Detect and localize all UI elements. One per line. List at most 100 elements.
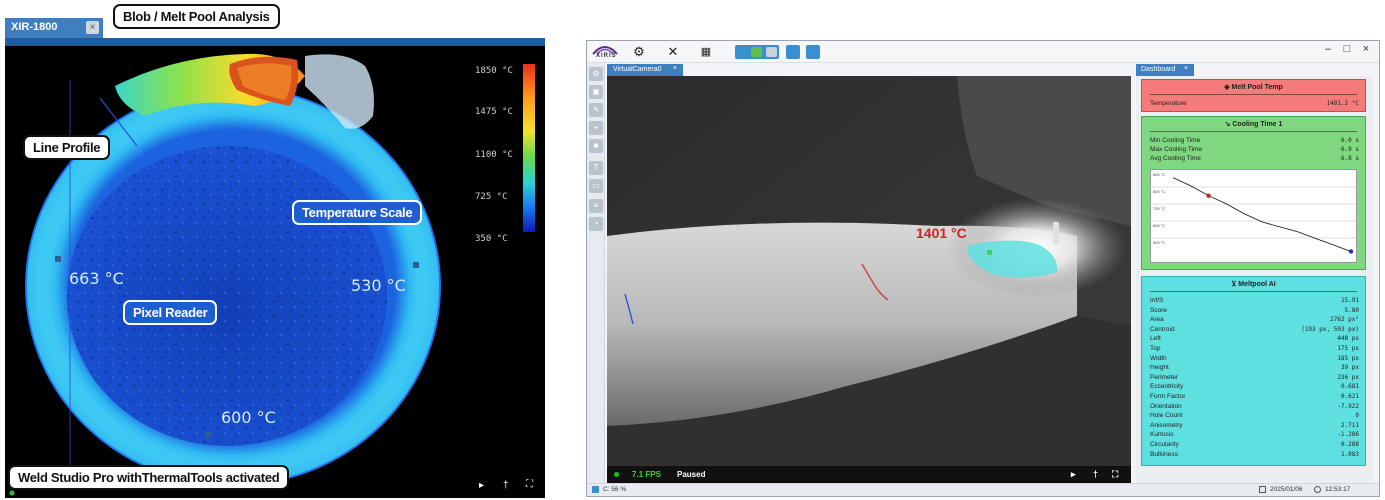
status-bar: C: 56 % 2025/01/06 12:53:17 bbox=[587, 483, 1379, 496]
pixel-reading-left: 663 °C bbox=[69, 269, 124, 288]
cooling-ytick-1: 600 °C bbox=[1153, 189, 1166, 194]
meltpool-ai-row: Orientation -7.922 bbox=[1150, 402, 1359, 410]
cooling-time-title: ↘ Cooling Time 1 bbox=[1142, 120, 1365, 132]
meltpool-ai-row: Width 185 px bbox=[1150, 354, 1359, 362]
dashboard-tab-close-icon[interactable]: × bbox=[1184, 65, 1188, 72]
scale-tick-725: 725 °C bbox=[475, 192, 508, 202]
rail-tag-icon[interactable]: ◔ bbox=[589, 217, 603, 231]
melt-pool-icon: ◈ bbox=[1224, 84, 1232, 91]
cam-fullscreen-icon[interactable]: ⛶ bbox=[1112, 469, 1118, 480]
close-icon[interactable]: × bbox=[86, 21, 99, 34]
zoom-icon bbox=[592, 486, 599, 493]
rail-settings-icon[interactable]: ⚙ bbox=[589, 67, 603, 81]
rail-text-icon[interactable]: T bbox=[589, 161, 603, 175]
camera-view[interactable]: 1401 °C 7.1 FPS Paused ▸ † ⛶ bbox=[607, 76, 1131, 484]
pixel-reader-callout: Pixel Reader bbox=[123, 300, 218, 325]
camera-snapshot-icon[interactable] bbox=[786, 45, 800, 59]
mode-toggle-off-icon bbox=[766, 47, 777, 57]
blob-analysis-callout: Blob / Melt Pool Analysis bbox=[113, 4, 280, 29]
temperature-scale-callout: Temperature Scale bbox=[292, 200, 423, 225]
mode-toggle[interactable] bbox=[735, 45, 779, 59]
side-toolbar: ⚙ ▣ ✎ ⌖ ■ T ▭ ≡ ◔ bbox=[587, 63, 605, 483]
cooling-curve bbox=[1172, 177, 1352, 252]
cam-thermometer-icon[interactable]: † bbox=[1093, 469, 1098, 479]
cooling-ytick-4: 500 °C bbox=[1153, 240, 1166, 245]
meltpool-ai-row: Inf/S 15.91 bbox=[1150, 297, 1359, 304]
zoom-level: C: 56 % bbox=[603, 486, 627, 493]
pixel-reading-right: 530 °C bbox=[351, 276, 406, 295]
rail-square-icon[interactable]: ■ bbox=[589, 139, 603, 153]
cooling-chart: 800 °C 600 °C 700 °C 600 °C 500 °C bbox=[1150, 169, 1358, 263]
pixel-reading-bottom: 600 °C bbox=[221, 408, 276, 427]
layout-grid-icon[interactable]: ▦ bbox=[698, 44, 714, 60]
line-profile-callout: Line Profile bbox=[23, 135, 111, 160]
min-cooling-row: Min Cooling Time 6.0 s bbox=[1150, 137, 1359, 144]
close-button[interactable]: × bbox=[1358, 43, 1374, 59]
melt-temperature-label: 1401 °C bbox=[916, 225, 967, 241]
camera-tab-label: VirtualCamera0 bbox=[613, 66, 662, 73]
toolbar: XIRIS ⚙ ✕ ▦ – □ × bbox=[587, 41, 1379, 63]
scale-tick-1850: 1850 °C bbox=[475, 66, 513, 76]
scale-tick-350: 350 °C bbox=[475, 234, 508, 244]
avg-cooling-row: Avg Cooling Time 6.8 s bbox=[1150, 155, 1359, 162]
minimize-button[interactable]: – bbox=[1320, 43, 1336, 59]
calendar-icon bbox=[1259, 486, 1266, 493]
meltpool-ai-row: Perimeter 236 px bbox=[1150, 373, 1359, 381]
rail-target-icon[interactable]: ⌖ bbox=[589, 121, 603, 135]
mode-toggle-on-icon bbox=[751, 47, 762, 57]
cooling-ytick-0: 800 °C bbox=[1153, 172, 1166, 177]
tab-title: XIR-1800 bbox=[11, 21, 58, 33]
meltpool-ai-title: ⊻ Meltpool AI bbox=[1142, 280, 1365, 292]
meltpool-ai-row: Top 175 px bbox=[1150, 345, 1359, 352]
tab-virtualcamera[interactable]: VirtualCamera0 × bbox=[607, 64, 683, 76]
meltpool-ai-row: Score 5.80 bbox=[1150, 306, 1359, 314]
tab-dashboard[interactable]: Dashboard × bbox=[1136, 64, 1194, 76]
dashboard-tab-label: Dashboard bbox=[1141, 66, 1176, 73]
meltpool-ai-row: Form Factor 0.621 bbox=[1150, 393, 1359, 400]
app-window: XIRIS ⚙ ✕ ▦ – □ × ⚙ ▣ ✎ ⌖ ■ T ▭ ≡ ◔ Virt… bbox=[586, 40, 1380, 497]
meltpool-ai-row: Circularity 0.288 bbox=[1150, 441, 1359, 448]
cooling-time-card: ↘ Cooling Time 1 Min Cooling Time 6.0 s M… bbox=[1141, 116, 1366, 270]
cooling-start-point bbox=[1206, 193, 1211, 198]
fps-readout: 7.1 FPS bbox=[632, 470, 661, 479]
tools-icon[interactable]: ✕ bbox=[665, 44, 681, 60]
xiris-logo: XIRIS bbox=[592, 42, 618, 62]
play-state: Paused bbox=[677, 470, 706, 479]
melt-pool-temp-title: ◈ Melt Pool Temp bbox=[1142, 83, 1365, 95]
max-cooling-row: Max Cooling Time 6.9 s bbox=[1150, 146, 1359, 153]
rail-layers-icon[interactable]: ≡ bbox=[589, 199, 603, 213]
play-icon[interactable]: ▸ bbox=[479, 480, 484, 491]
clock-icon bbox=[1314, 486, 1321, 493]
camera-tab-close-icon[interactable]: × bbox=[673, 65, 677, 72]
meltpool-ai-row: Height 39 px bbox=[1150, 364, 1359, 372]
cooling-ytick-2: 700 °C bbox=[1153, 206, 1166, 211]
scale-tick-1100: 1100 °C bbox=[475, 150, 513, 160]
meltpool-ai-row: Area 2762 px² bbox=[1150, 316, 1359, 324]
rail-image-icon[interactable]: ▣ bbox=[589, 85, 603, 99]
rail-weld-icon[interactable]: ✎ bbox=[589, 103, 603, 117]
scale-tick-1475: 1475 °C bbox=[475, 107, 513, 117]
cooling-end-point bbox=[1348, 249, 1354, 254]
maximize-button[interactable]: □ bbox=[1339, 43, 1355, 59]
dashboard-panel: ◈ Melt Pool Temp Temperature 1401.2 °C ↘ … bbox=[1136, 76, 1373, 484]
fullscreen-icon[interactable]: ⛶ bbox=[526, 479, 533, 490]
record-window-icon[interactable] bbox=[806, 45, 820, 59]
meltpool-ai-row: Centroid (193 px, 503 px) bbox=[1150, 325, 1359, 333]
cam-play-icon[interactable]: ▸ bbox=[1071, 469, 1076, 480]
weld-studio-callout: Weld Studio Pro withThermalTools activat… bbox=[8, 465, 290, 490]
tab-strip bbox=[5, 38, 545, 46]
rail-monitor-icon[interactable]: ▭ bbox=[589, 179, 603, 193]
meltpool-ai-row: Anisometry 2.711 bbox=[1150, 421, 1359, 429]
camera-status-bar: 7.1 FPS Paused ▸ † ⛶ bbox=[607, 466, 1131, 484]
thermal-image-view[interactable]: 1850 °C 1475 °C 1100 °C 725 °C 350 °C 66… bbox=[5, 46, 545, 498]
settings-gear-icon[interactable]: ⚙ bbox=[631, 44, 647, 60]
status-date: 2025/01/06 bbox=[1270, 486, 1303, 493]
camera-image bbox=[607, 76, 1131, 484]
live-indicator-icon bbox=[614, 472, 619, 477]
cooling-ytick-3: 600 °C bbox=[1153, 223, 1166, 228]
thermometer-icon[interactable]: † bbox=[503, 480, 509, 491]
meltpool-ai-row: Left 448 px bbox=[1150, 335, 1359, 343]
melt-pool-temp-card: ◈ Melt Pool Temp Temperature 1401.2 °C bbox=[1141, 79, 1366, 112]
meltpool-ai-row: Hole Count 0 bbox=[1150, 412, 1359, 420]
status-time: 12:53:17 bbox=[1325, 486, 1351, 493]
